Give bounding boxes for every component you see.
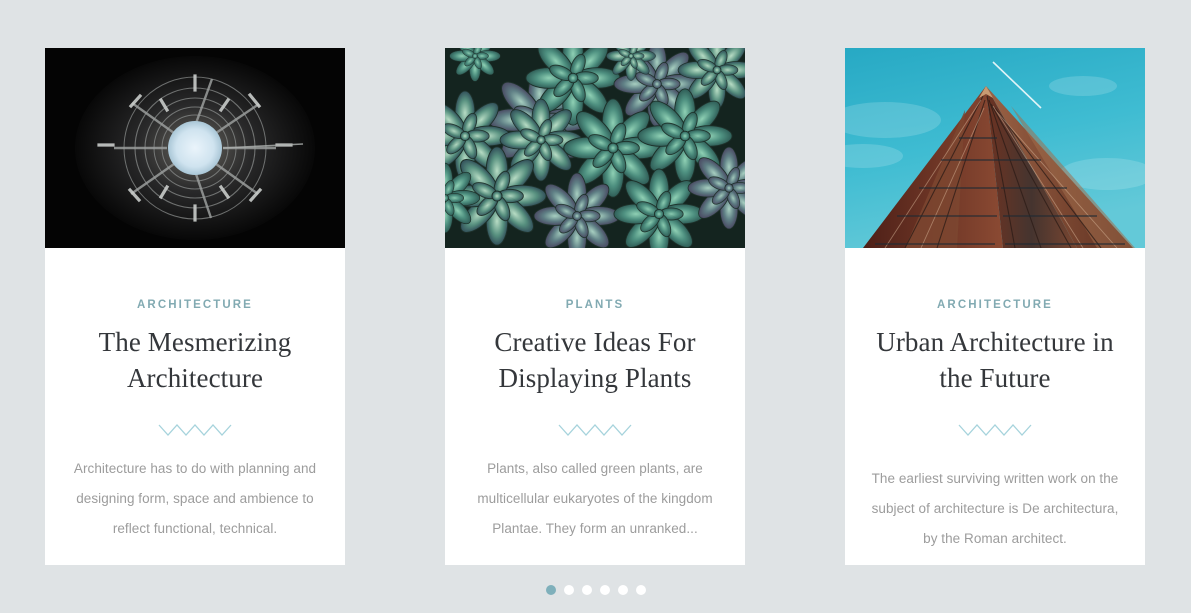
pagination-dot[interactable] [617,585,628,595]
carousel-pagination[interactable] [0,585,1191,595]
zigzag-divider-icon [158,422,232,438]
post-card-content: ARCHITECTURE Urban Architecture in the F… [845,248,1145,565]
card-list: ARCHITECTURE The Mesmerizing Architectur… [45,48,1145,565]
post-card-image[interactable] [445,48,745,248]
pagination-dot[interactable] [635,585,646,595]
zigzag-divider-icon [558,422,632,438]
pagination-dot[interactable] [563,585,574,595]
succulent-rosettes-illustration [445,48,745,248]
pagination-dot[interactable] [545,585,556,595]
post-card[interactable]: PLANTS Creative Ideas For Displaying Pla… [445,48,745,565]
pagination-dot[interactable] [581,585,592,595]
post-card[interactable]: ARCHITECTURE The Mesmerizing Architectur… [45,48,345,565]
post-card-content: PLANTS Creative Ideas For Displaying Pla… [445,248,745,565]
post-card-title[interactable]: Urban Architecture in the Future [867,324,1123,396]
post-card-excerpt: The earliest surviving written work on t… [871,470,1119,546]
zigzag-divider-icon [958,422,1032,438]
post-card-content: ARCHITECTURE The Mesmerizing Architectur… [45,248,345,565]
skyscraper-upward-view-illustration [845,48,1145,248]
pagination-dot[interactable] [599,585,610,595]
post-card-title[interactable]: The Mesmerizing Architecture [67,324,323,396]
post-card-category[interactable]: ARCHITECTURE [67,299,323,312]
post-card-image[interactable] [45,48,345,248]
post-card-title[interactable]: Creative Ideas For Displaying Plants [467,324,723,396]
post-carousel: ARCHITECTURE The Mesmerizing Architectur… [0,0,1191,613]
post-card-image[interactable] [845,48,1145,248]
post-card-category[interactable]: ARCHITECTURE [867,299,1123,312]
post-card-excerpt: Architecture has to do with planning and… [73,460,317,536]
post-card-category[interactable]: PLANTS [467,299,723,312]
spiral-tower-looking-up-illustration [45,48,345,248]
post-card[interactable]: ARCHITECTURE Urban Architecture in the F… [845,48,1145,565]
post-card-excerpt: Plants, also called green plants, are mu… [477,460,713,536]
